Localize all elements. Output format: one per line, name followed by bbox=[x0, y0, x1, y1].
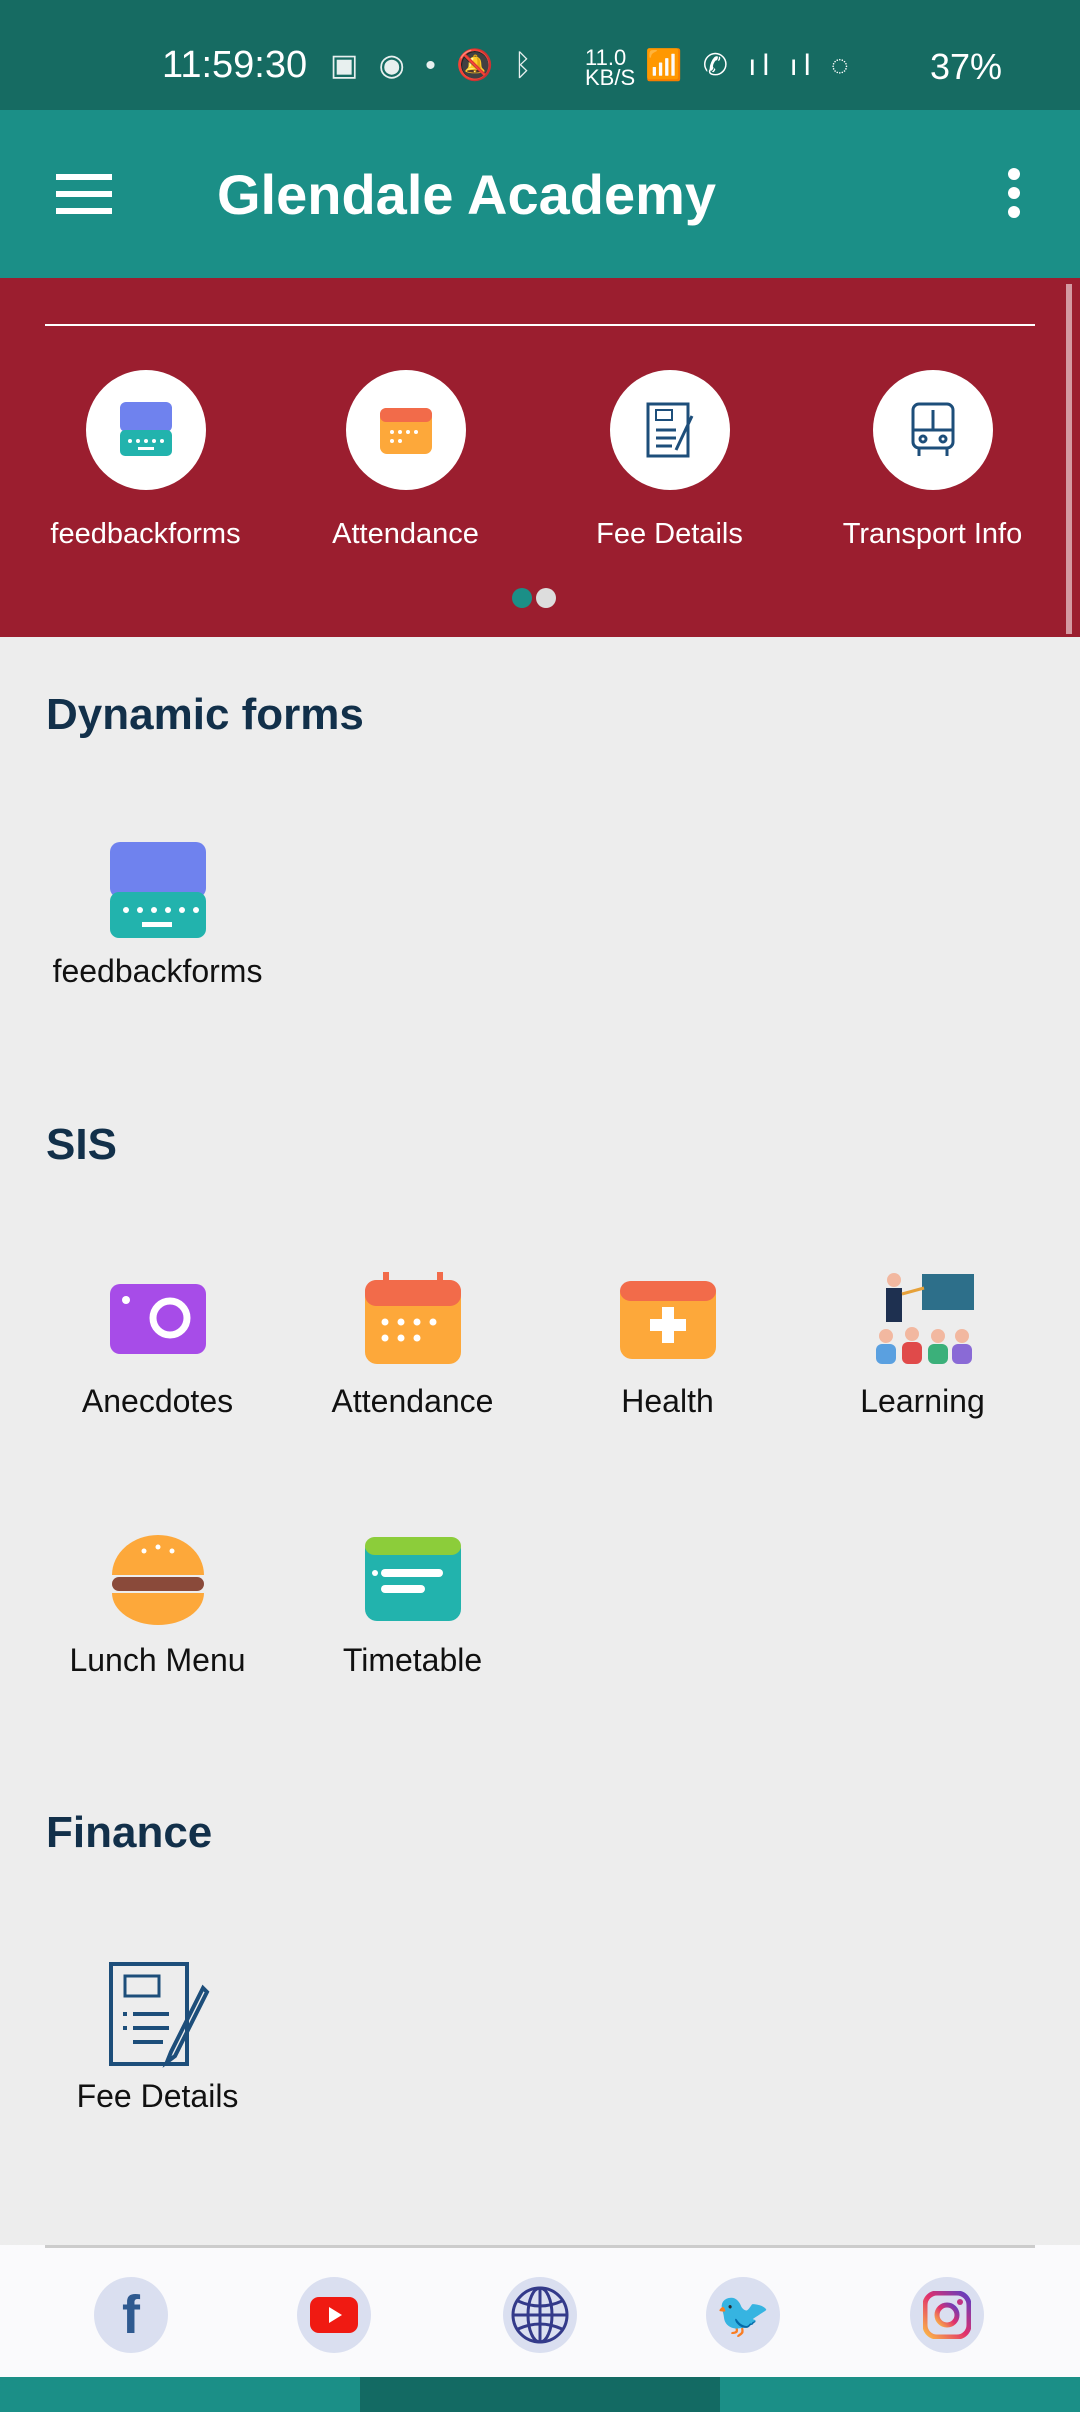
bus-icon bbox=[911, 402, 954, 456]
tile-label: Timetable bbox=[342, 1642, 483, 1678]
section-title-finance: Finance bbox=[46, 1808, 213, 1857]
quick-link-label: Attendance bbox=[332, 518, 479, 550]
quick-link-fee-details[interactable]: Fee Details bbox=[542, 370, 797, 551]
tile-label: feedbackforms bbox=[52, 953, 263, 989]
scrollbar[interactable] bbox=[1066, 284, 1072, 634]
battery-level: 37% bbox=[930, 46, 1003, 87]
quick-link-feedbackforms[interactable]: feedbackforms bbox=[18, 370, 273, 551]
nav-home-indicator[interactable] bbox=[360, 2377, 720, 2412]
fee-document-icon bbox=[108, 1962, 209, 2068]
divider bbox=[45, 324, 1035, 326]
tile-label: Anecdotes bbox=[81, 1383, 234, 1419]
page-title: Glendale Academy bbox=[217, 163, 717, 226]
status-icons: ▣ ◉ • 🔕 ᛒ bbox=[330, 49, 538, 82]
quick-link-attendance[interactable]: Attendance bbox=[278, 370, 533, 551]
facebook-icon[interactable]: f bbox=[94, 2277, 168, 2353]
status-bar: 11:59:30 ▣ ◉ • 🔕 ᛒ 11.0 KB/S 📶 ✆ ıl ıl ◌… bbox=[0, 0, 1080, 110]
first-aid-icon bbox=[619, 1281, 716, 1359]
classroom-icon bbox=[875, 1273, 974, 1364]
tile-label: Fee Details bbox=[76, 2078, 239, 2114]
section-title-sis: SIS bbox=[46, 1120, 117, 1169]
keyboard-icon bbox=[119, 402, 172, 456]
section-title-dynamic-forms: Dynamic forms bbox=[46, 690, 364, 739]
tile-health[interactable]: Health bbox=[540, 1265, 795, 1420]
tile-label: Lunch Menu bbox=[69, 1642, 246, 1678]
tile-timetable[interactable]: Timetable bbox=[285, 1524, 540, 1679]
keyboard-icon bbox=[109, 842, 206, 938]
calendar-icon bbox=[364, 1272, 461, 1364]
tile-learning[interactable]: Learning bbox=[795, 1265, 1050, 1420]
tile-label: Learning bbox=[860, 1383, 985, 1419]
quick-link-label: feedbackforms bbox=[50, 518, 241, 550]
globe-icon[interactable] bbox=[503, 2277, 577, 2353]
quick-links-carousel[interactable]: feedbackforms Attendance Fee Details Tra… bbox=[0, 278, 1080, 637]
social-footer: f 🐦 bbox=[0, 2245, 1080, 2377]
net-speed: 11.0 KB/S bbox=[585, 45, 636, 90]
signal-icons: 📶 ✆ ıl ıl ◌ bbox=[645, 49, 855, 82]
tile-anecdotes[interactable]: Anecdotes bbox=[30, 1265, 285, 1420]
fee-document-icon bbox=[646, 402, 693, 458]
divider bbox=[45, 2245, 1035, 2248]
tile-attendance[interactable]: Attendance bbox=[285, 1265, 540, 1420]
tile-label: Health bbox=[621, 1383, 714, 1419]
app-bar: Glendale Academy bbox=[0, 110, 1080, 278]
system-navigation-bar bbox=[0, 2377, 1080, 2412]
tile-fee-details[interactable]: Fee Details bbox=[30, 1960, 285, 2115]
carousel-indicator bbox=[512, 588, 560, 613]
twitter-icon[interactable]: 🐦 bbox=[706, 2277, 780, 2353]
page-dot-active[interactable] bbox=[512, 588, 532, 608]
tile-lunch-menu[interactable]: Lunch Menu bbox=[30, 1524, 285, 1679]
camera-icon bbox=[109, 1284, 206, 1354]
instagram-icon[interactable] bbox=[910, 2277, 984, 2353]
youtube-icon[interactable] bbox=[297, 2277, 371, 2353]
quick-link-transport-info[interactable]: Transport Info bbox=[805, 370, 1060, 551]
burger-icon bbox=[111, 1535, 204, 1625]
hamburger-menu-icon[interactable] bbox=[56, 174, 112, 214]
tile-label: Attendance bbox=[331, 1383, 494, 1419]
more-options-icon[interactable] bbox=[1000, 168, 1028, 224]
calendar-icon bbox=[379, 408, 432, 454]
tile-feedbackforms[interactable]: feedbackforms bbox=[30, 835, 285, 990]
timetable-icon bbox=[364, 1537, 461, 1621]
status-time: 11:59:30 bbox=[162, 44, 308, 86]
page-dot[interactable] bbox=[536, 588, 556, 608]
quick-link-label: Transport Info bbox=[842, 518, 1023, 550]
quick-link-label: Fee Details bbox=[596, 518, 743, 550]
